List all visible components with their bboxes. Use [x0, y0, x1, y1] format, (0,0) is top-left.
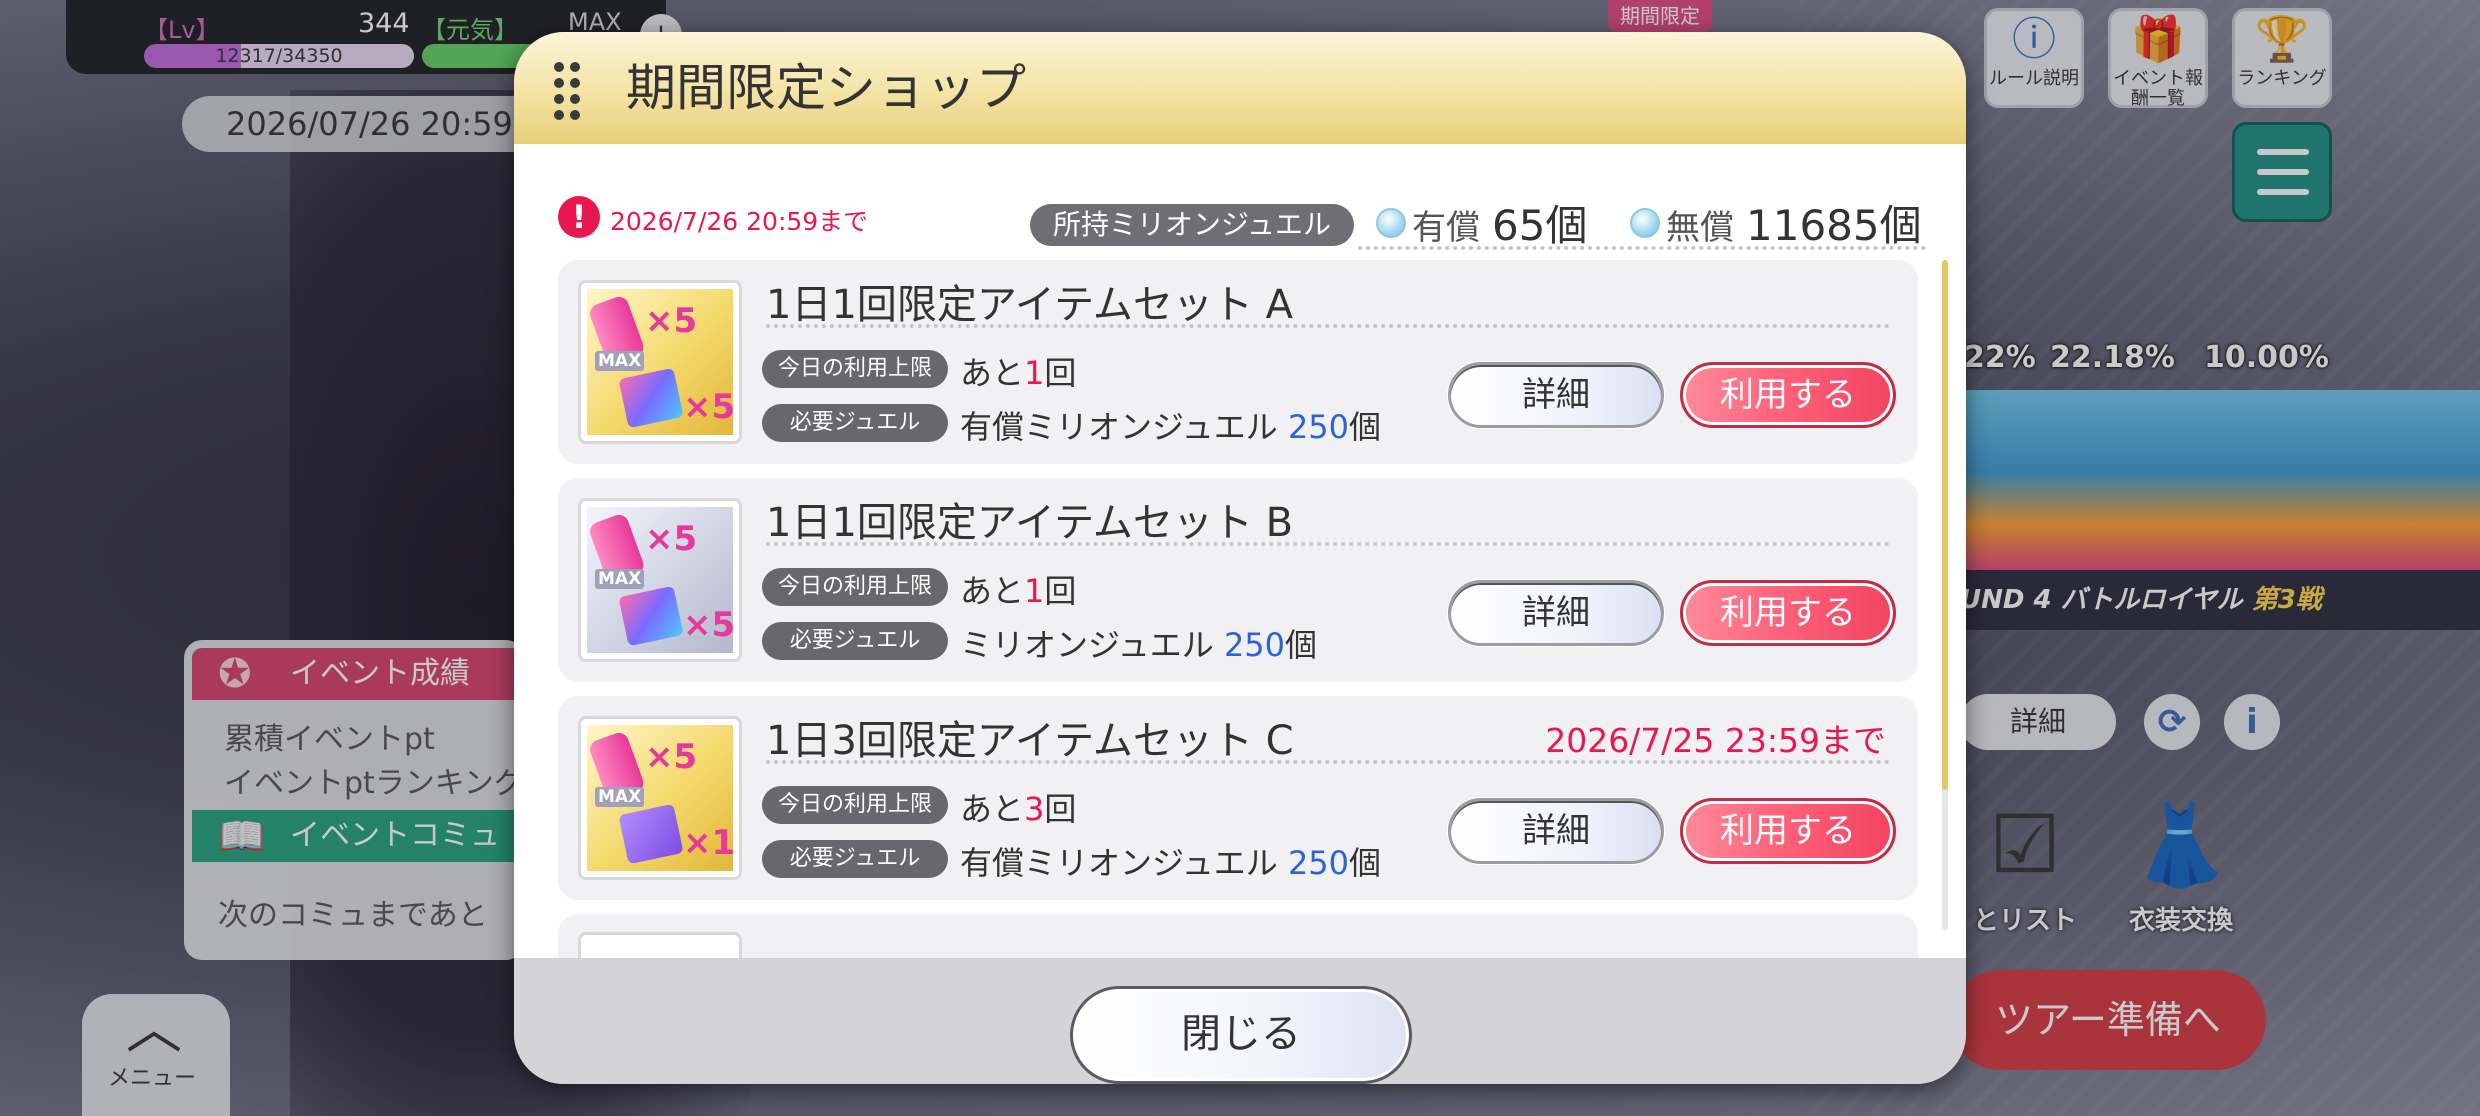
required-jewel-tag: 必要ジュエル: [762, 404, 948, 442]
paid-jewel-count: 65個: [1492, 201, 1588, 250]
drag-handle-icon[interactable]: [554, 62, 584, 120]
thumb-max-label: MAX: [595, 351, 645, 371]
currency-divider: [1358, 246, 1926, 250]
item-deadline: 2026/7/25 23:59まで: [1545, 721, 1886, 760]
jewel-type: 有償ミリオンジュエル: [960, 844, 1278, 882]
remaining-count: 3: [1024, 790, 1045, 828]
detail-button[interactable]: 詳細: [1448, 580, 1664, 646]
item-title: 1日3回限定アイテムセット C: [766, 718, 1294, 764]
paid-jewel-label: 有償: [1412, 208, 1480, 248]
item-set-thumbnail[interactable]: ×5 MAX ×1: [578, 716, 742, 880]
owned-jewel-label: 所持ミリオンジュエル: [1030, 204, 1354, 246]
jewel-icon: [1376, 208, 1406, 238]
remaining-uses: あと3回: [960, 784, 1076, 830]
limit-tag: 今日の利用上限: [762, 350, 948, 388]
modal-title: 期間限定ショップ: [626, 59, 1026, 117]
required-jewel-tag: 必要ジュエル: [762, 840, 948, 878]
remaining-prefix: あと: [960, 354, 1025, 392]
modal-footer: 閉じる: [514, 958, 1966, 1084]
required-jewel-tag: 必要ジュエル: [762, 622, 948, 660]
item-set-thumbnail: [578, 932, 742, 958]
title-divider: [766, 760, 1890, 764]
remaining-uses: あと1回: [960, 348, 1076, 394]
remaining-uses: あと1回: [960, 566, 1076, 612]
shop-item-list[interactable]: ×5 MAX ×5 1日1回限定アイテムセット A 今日の利用上限 あと1回 必…: [558, 260, 1918, 958]
close-button[interactable]: 閉じる: [1070, 986, 1412, 1084]
free-jewel-label: 無償: [1666, 208, 1734, 248]
shop-item-card-partial: [558, 914, 1918, 958]
remaining-prefix: あと: [960, 790, 1025, 828]
limit-tag: 今日の利用上限: [762, 568, 948, 606]
use-button[interactable]: 利用する: [1680, 362, 1896, 428]
item-set-thumbnail[interactable]: ×5 MAX ×5: [578, 498, 742, 662]
required-jewel: 有償ミリオンジュエル 250個: [960, 402, 1381, 448]
jewel-cost: 250: [1287, 844, 1350, 882]
thumb-count-top: ×5: [645, 519, 698, 559]
remaining-count: 1: [1024, 572, 1045, 610]
remaining-suffix: 回: [1044, 354, 1077, 392]
ticket-icon: [618, 803, 684, 865]
detail-button[interactable]: 詳細: [1448, 362, 1664, 428]
jewel-icon: [1630, 208, 1660, 238]
use-button[interactable]: 利用する: [1680, 798, 1896, 864]
jewel-unit: 個: [1349, 408, 1382, 446]
thumb-count-top: ×5: [645, 301, 698, 341]
remaining-suffix: 回: [1044, 572, 1077, 610]
scrollbar-thumb[interactable]: [1942, 260, 1948, 790]
thumb-count-bottom: ×1: [683, 823, 736, 863]
shop-item-card: ×5 MAX ×1 1日3回限定アイテムセット C 2026/7/25 23:5…: [558, 696, 1918, 900]
thumb-count-bottom: ×5: [683, 605, 736, 645]
item-set-thumbnail[interactable]: ×5 MAX ×5: [578, 280, 742, 444]
shop-deadline-text: 2026/7/26 20:59まで: [610, 207, 869, 236]
modal-body: ! 2026/7/26 20:59まで 所持ミリオンジュエル 有償 65個 無償…: [514, 144, 1966, 958]
jewel-unit: 個: [1349, 844, 1382, 882]
modal-header: 期間限定ショップ: [514, 32, 1966, 144]
thumb-max-label: MAX: [595, 787, 645, 807]
jewel-cost: 250: [1223, 626, 1286, 664]
remaining-suffix: 回: [1044, 790, 1077, 828]
alert-icon: !: [558, 196, 600, 238]
jewel-type: ミリオンジュエル: [960, 626, 1214, 664]
ticket-icon: [618, 367, 684, 429]
thumb-count-top: ×5: [645, 737, 698, 777]
jewel-unit: 個: [1285, 626, 1318, 664]
jewel-type: 有償ミリオンジュエル: [960, 408, 1278, 446]
shop-item-card: ×5 MAX ×5 1日1回限定アイテムセット A 今日の利用上限 あと1回 必…: [558, 260, 1918, 464]
thumb-count-bottom: ×5: [683, 387, 736, 427]
free-jewel-count: 11685個: [1746, 201, 1922, 250]
item-title: 1日1回限定アイテムセット A: [766, 282, 1293, 328]
thumb-max-label: MAX: [595, 569, 645, 589]
limited-shop-modal: 期間限定ショップ ! 2026/7/26 20:59まで 所持ミリオンジュエル …: [514, 32, 1966, 1084]
item-title: 1日1回限定アイテムセット B: [766, 500, 1294, 546]
required-jewel: 有償ミリオンジュエル 250個: [960, 838, 1381, 884]
title-divider: [766, 542, 1890, 546]
title-divider: [766, 324, 1890, 328]
required-jewel: ミリオンジュエル 250個: [960, 620, 1317, 666]
limit-tag: 今日の利用上限: [762, 786, 948, 824]
detail-button[interactable]: 詳細: [1448, 798, 1664, 864]
shop-item-card: ×5 MAX ×5 1日1回限定アイテムセット B 今日の利用上限 あと1回 必…: [558, 478, 1918, 682]
remaining-count: 1: [1024, 354, 1045, 392]
remaining-prefix: あと: [960, 572, 1025, 610]
jewel-cost: 250: [1287, 408, 1350, 446]
use-button[interactable]: 利用する: [1680, 580, 1896, 646]
ticket-icon: [618, 585, 684, 647]
